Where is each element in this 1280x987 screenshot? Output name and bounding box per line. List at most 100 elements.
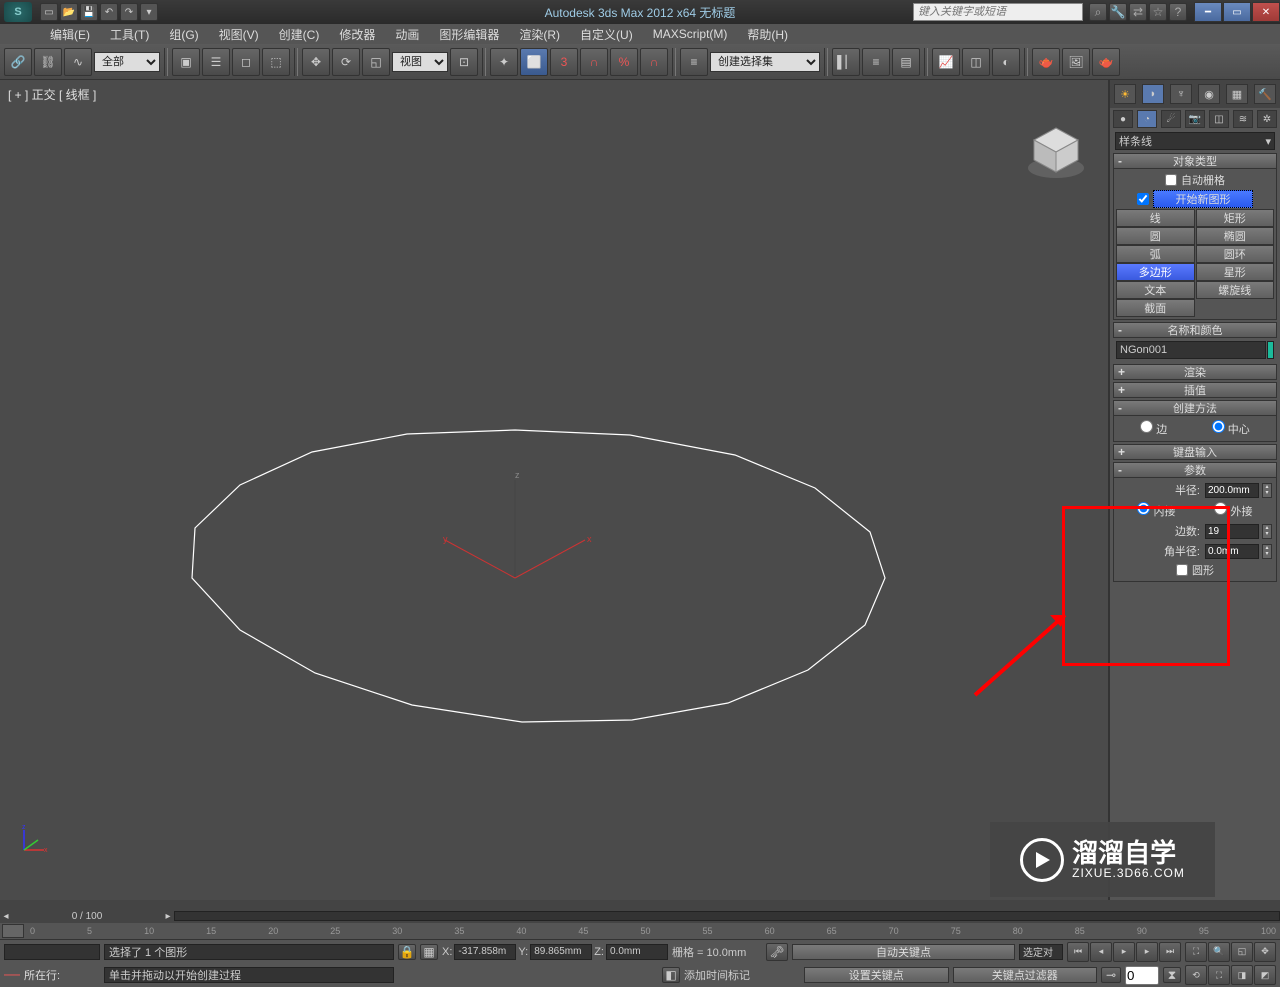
sides-spinner[interactable]: 19 [1205,524,1259,539]
tab-utilities[interactable]: 🔨 [1254,84,1276,104]
render-frame-icon[interactable]: 🖼 [1062,48,1090,76]
mirror-icon[interactable]: ▌▏ [832,48,860,76]
qat-redo-icon[interactable]: ↷ [120,3,138,21]
subtab-systems[interactable]: ✲ [1257,110,1277,128]
time-cfg-icon[interactable]: ⧗ [1163,967,1181,983]
lock-icon[interactable]: 🔒 [398,944,416,960]
coord-x-input[interactable] [454,944,516,960]
autogrid-checkbox[interactable] [1165,174,1177,186]
radio-circumscribed[interactable] [1214,502,1227,515]
goto-start-icon[interactable]: ⏮ [1067,942,1089,962]
tab-hierarchy[interactable]: ♆ [1170,84,1192,104]
snap-icon[interactable]: ∩ [640,48,668,76]
auto-key-button[interactable]: 自动关键点 [792,944,1015,960]
maximize-viewport-icon[interactable]: ⛶ [1208,965,1230,985]
time-config-icon[interactable] [2,924,24,938]
named-selection-dropdown[interactable]: 创建选择集 [710,52,820,72]
key-icon[interactable]: 🗝 [766,943,788,961]
radio-inscribed[interactable] [1137,502,1150,515]
script-toggle-icon[interactable]: — [4,966,20,984]
snap-toggle-icon[interactable]: ⬜ [520,48,548,76]
move-icon[interactable]: ✥ [302,48,330,76]
prev-frame-icon[interactable]: ◂ [1090,942,1112,962]
track-scrollbar[interactable] [174,911,1280,921]
subtab-helpers[interactable]: ◫ [1209,110,1229,128]
viewport[interactable]: [ + ] 正交 [ 线框 ] z y x z x [0,80,1110,900]
qat-undo-icon[interactable]: ↶ [100,3,118,21]
render-icon[interactable]: 🫖 [1092,48,1120,76]
close-button[interactable]: ✕ [1252,2,1280,22]
pan-icon[interactable]: ✥ [1254,942,1276,962]
play-icon[interactable]: ▸ [1113,942,1135,962]
edit-selection-icon[interactable]: ≡ [680,48,708,76]
ref-coord-dropdown[interactable]: 视图 [392,52,448,72]
circular-checkbox[interactable] [1176,564,1188,576]
isolate-icon[interactable]: ▦ [420,944,438,960]
zoom-extents-icon[interactable]: ⛶ [1185,942,1207,962]
menu-maxscript[interactable]: MAXScript(M) [643,25,738,43]
tab-motion[interactable]: ◉ [1198,84,1220,104]
maximize-button[interactable]: ▭ [1223,2,1251,22]
rollout-interpolation[interactable]: +插值 [1113,382,1277,398]
curve-editor-icon[interactable]: 📈 [932,48,960,76]
help-icon[interactable]: ? [1169,3,1187,21]
search-input[interactable] [913,3,1083,21]
btn-helix[interactable]: 螺旋线 [1196,281,1275,299]
exchange-icon[interactable]: ⇄ [1129,3,1147,21]
btn-ellipse[interactable]: 椭圆 [1196,227,1275,245]
radius-spinner[interactable]: 200.0mm [1205,483,1259,498]
btn-arc[interactable]: 弧 [1116,245,1195,263]
category-dropdown[interactable]: 样条线▾ [1115,132,1275,150]
btn-donut[interactable]: 圆环 [1196,245,1275,263]
subtab-geometry[interactable]: ● [1113,110,1133,128]
zoom-icon[interactable]: 🔍 [1208,942,1230,962]
menu-modifiers[interactable]: 修改器 [329,24,385,45]
layers-icon[interactable]: ▤ [892,48,920,76]
qat-open-icon[interactable]: 📂 [60,3,78,21]
rollout-keyboard[interactable]: +键盘输入 [1113,444,1277,460]
selection-filter-dropdown[interactable]: 全部 [94,52,160,72]
minimize-button[interactable]: ━ [1194,2,1222,22]
current-frame-input[interactable] [1125,966,1159,985]
window-crossing-icon[interactable]: ⬚ [262,48,290,76]
select-region-icon[interactable]: ◻ [232,48,260,76]
menu-create[interactable]: 创建(C) [269,24,330,45]
tab-create[interactable]: ☀ [1114,84,1136,104]
btn-ngon[interactable]: 多边形 [1116,263,1195,281]
coord-z-input[interactable] [606,944,668,960]
schematic-icon[interactable]: ◫ [962,48,990,76]
radio-center[interactable] [1212,420,1225,433]
manipulate-icon[interactable]: ✦ [490,48,518,76]
orbit-icon[interactable]: ⟲ [1185,965,1207,985]
sides-spin-buttons[interactable]: ▴▾ [1262,524,1272,539]
coord-y-input[interactable] [530,944,592,960]
tab-display[interactable]: ▦ [1226,84,1248,104]
align-icon[interactable]: ≡ [862,48,890,76]
app-icon[interactable]: S [4,2,32,22]
min-max-icon[interactable]: ◩ [1254,965,1276,985]
menu-tools[interactable]: 工具(T) [100,24,159,45]
angle-snap-icon[interactable]: 3 [550,48,578,76]
btn-rectangle[interactable]: 矩形 [1196,209,1275,227]
btn-line[interactable]: 线 [1116,209,1195,227]
pivot-icon[interactable]: ⊡ [450,48,478,76]
menu-rendering[interactable]: 渲染(R) [509,24,570,45]
qat-more-icon[interactable]: ▾ [140,3,158,21]
script-listener[interactable] [4,944,100,960]
wrench-icon[interactable]: 🔧 [1109,3,1127,21]
star-icon[interactable]: ☆ [1149,3,1167,21]
btn-section[interactable]: 截面 [1116,299,1195,317]
frame-indicator[interactable]: 0 / 100 [12,911,162,922]
object-name-input[interactable] [1116,341,1266,359]
render-setup-icon[interactable]: 🫖 [1032,48,1060,76]
rollout-name-color[interactable]: -名称和颜色 [1113,322,1277,338]
subtab-cameras[interactable]: 📷 [1185,110,1205,128]
menu-customize[interactable]: 自定义(U) [570,24,643,45]
rollout-parameters[interactable]: -参数 [1113,462,1277,478]
rollout-object-type[interactable]: -对象类型 [1113,153,1277,169]
add-time-tag-label[interactable]: 添加时间标记 [684,967,774,983]
walk-icon[interactable]: ◨ [1231,965,1253,985]
btn-circle[interactable]: 圆 [1116,227,1195,245]
menu-help[interactable]: 帮助(H) [737,24,798,45]
radio-edge[interactable] [1140,420,1153,433]
